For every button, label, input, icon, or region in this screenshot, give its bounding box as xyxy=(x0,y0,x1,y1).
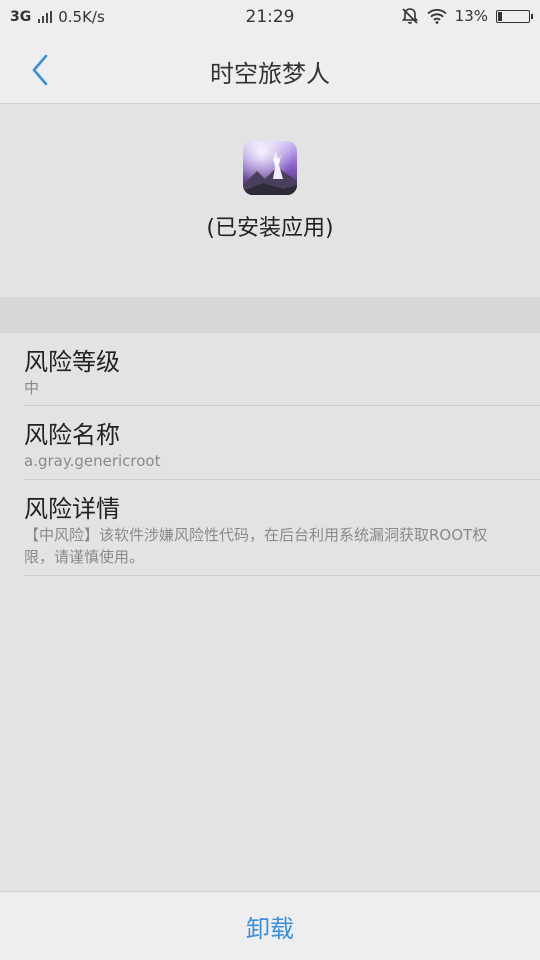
battery-icon xyxy=(496,9,533,23)
battery-percent: 13% xyxy=(454,7,488,25)
risk-info-list: 风险等级 中 风险名称 a.gray.genericroot 风险详情 【中风险… xyxy=(0,333,540,576)
navigation-bar: 时空旅梦人 xyxy=(0,36,540,104)
app-icon xyxy=(243,141,297,195)
app-install-status: (已安装应用) xyxy=(206,216,334,241)
risk-detail-value: 【中风险】该软件涉嫌风险性代码，在后台利用系统漏洞获取ROOT权限，请谨慎使用。 xyxy=(24,526,488,566)
risk-level-title: 风险等级 xyxy=(24,348,120,376)
status-bar: 3G 0.5K/s 21:29 13% xyxy=(0,0,540,36)
wifi-icon xyxy=(427,9,447,24)
risk-level-value: 中 xyxy=(24,379,40,397)
mute-icon xyxy=(401,8,418,24)
risk-detail-row: 风险详情 【中风险】该软件涉嫌风险性代码，在后台利用系统漏洞获取ROOT权限，请… xyxy=(24,480,540,576)
app-header: (已安装应用) xyxy=(0,104,540,297)
uninstall-button[interactable]: 卸载 xyxy=(0,909,540,944)
risk-name-title: 风险名称 xyxy=(24,421,120,449)
status-right: 13% xyxy=(401,7,533,25)
page-title: 时空旅梦人 xyxy=(210,60,330,88)
bottom-action-bar: 卸载 xyxy=(0,891,540,960)
risk-detail-title: 风险详情 xyxy=(24,495,120,523)
risk-name-value: a.gray.genericroot xyxy=(24,452,161,470)
section-divider xyxy=(0,297,540,333)
risk-name-row: 风险名称 a.gray.genericroot xyxy=(24,406,540,480)
risk-level-row: 风险等级 中 xyxy=(24,333,540,406)
battery-fill xyxy=(498,11,502,21)
